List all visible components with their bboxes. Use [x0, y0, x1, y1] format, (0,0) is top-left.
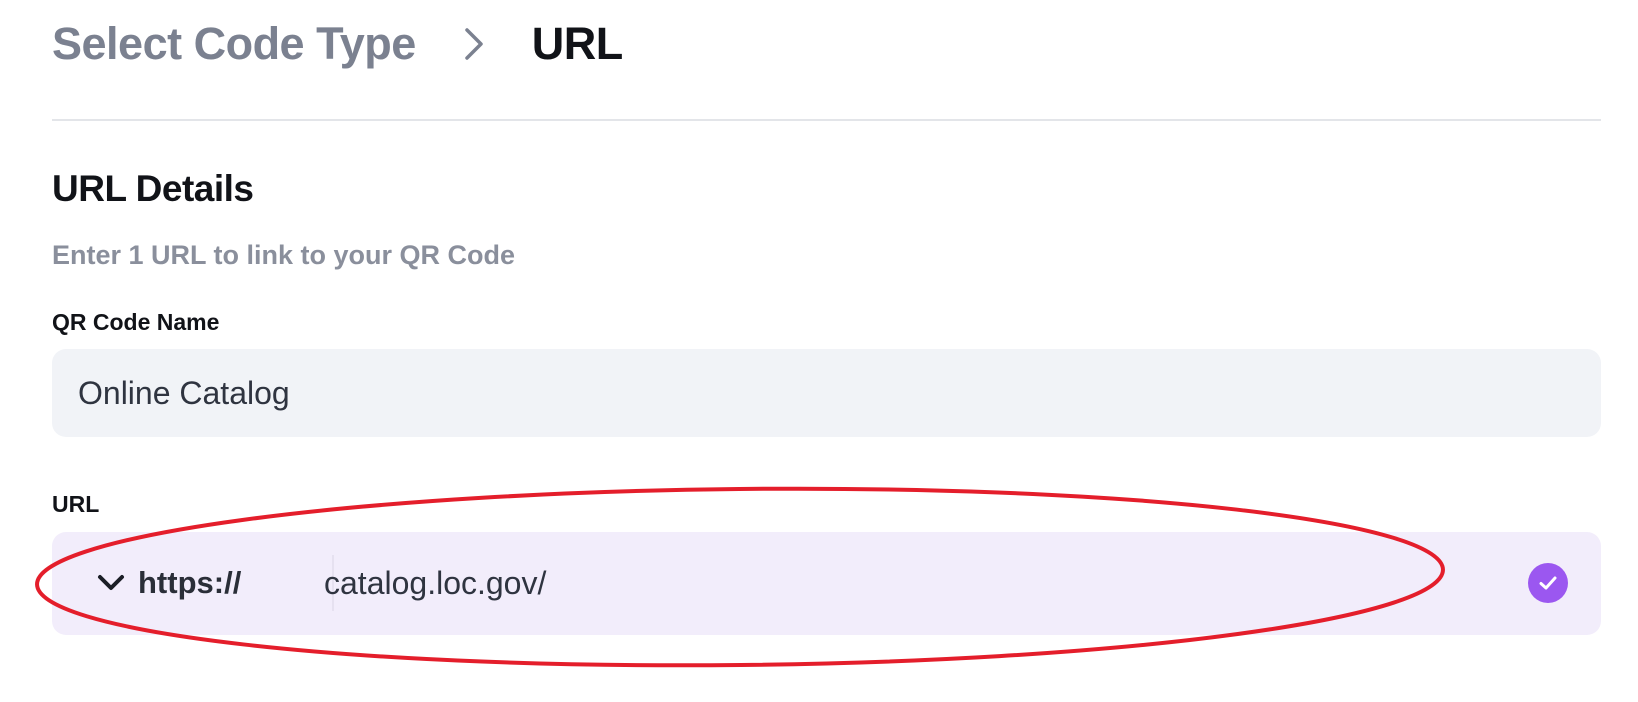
url-input[interactable] — [324, 532, 1474, 635]
section-subtitle: Enter 1 URL to link to your QR Code — [52, 240, 516, 270]
breadcrumb-select-code-type[interactable]: Select Code Type — [52, 18, 416, 70]
protocol-value: https:// — [138, 565, 242, 600]
breadcrumb: Select Code Type URL — [52, 14, 623, 74]
header-divider — [52, 119, 1601, 121]
breadcrumb-current: URL — [531, 18, 623, 69]
qr-code-name-input[interactable] — [78, 349, 1558, 437]
chevron-down-icon — [96, 573, 126, 593]
url-label: URL — [52, 491, 100, 517]
qr-code-name-label: QR Code Name — [52, 309, 220, 335]
protocol-dropdown[interactable]: https:// — [96, 555, 336, 611]
chevron-right-icon — [462, 24, 486, 64]
check-circle-icon — [1528, 563, 1568, 603]
qr-code-name-field — [52, 349, 1601, 437]
url-field: https:// — [52, 532, 1601, 635]
section-title: URL Details — [52, 168, 254, 209]
url-details-page: Select Code Type URL URL Details Enter 1… — [0, 0, 1638, 702]
